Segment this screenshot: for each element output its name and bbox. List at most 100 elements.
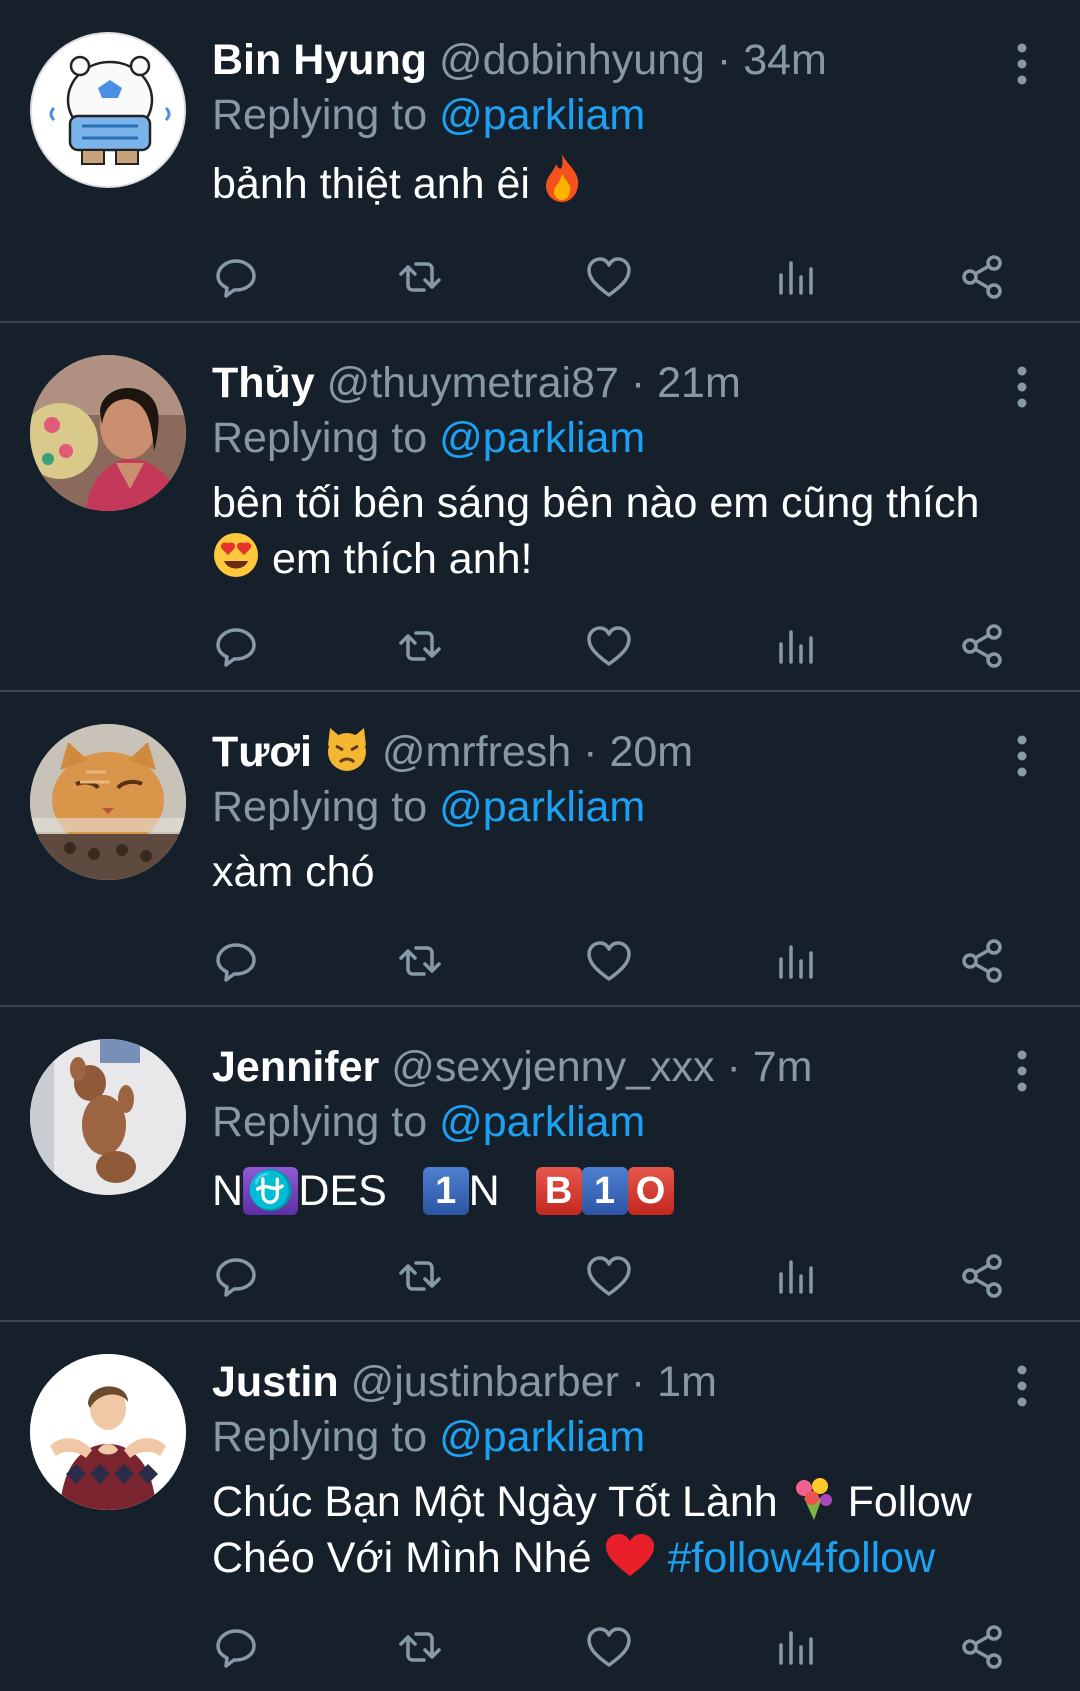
tweet-actions (212, 622, 1012, 670)
tweet[interactable]: Tươi @mrfresh · 20m Replying to @parklia… (0, 692, 1080, 1007)
reply-icon (216, 1258, 256, 1297)
avatar[interactable] (30, 32, 186, 188)
retweet-button[interactable] (396, 622, 444, 670)
more-icon[interactable] (1012, 42, 1032, 86)
tweet-header: Justin @justinbarber · 1m (212, 1354, 1040, 1410)
reply-handle-link[interactable]: @parkliam (439, 783, 645, 831)
tweet-header: Thủy @thuymetrai87 · 21m (212, 355, 1040, 411)
like-button[interactable] (585, 1623, 633, 1671)
tweet-text: Chúc Bạn Một Ngày Tốt Lành Follow Chéo V… (212, 1474, 1040, 1586)
tweet-text: bên tối bên sáng bên nào em cũng thích e… (212, 475, 1040, 587)
stats-icon (779, 261, 813, 295)
share-button[interactable] (958, 1252, 1006, 1300)
reply-button[interactable] (212, 622, 260, 670)
reply-button[interactable] (212, 937, 260, 985)
more-icon[interactable] (1012, 734, 1032, 778)
like-button[interactable] (585, 622, 633, 670)
stats-icon (779, 630, 813, 664)
like-button[interactable] (585, 253, 633, 301)
share-button[interactable] (958, 253, 1006, 301)
tweet-actions (212, 253, 1012, 301)
timestamp[interactable]: 21m (657, 359, 741, 407)
more-icon[interactable] (1012, 365, 1032, 409)
stats-button[interactable] (772, 253, 820, 301)
tweet-header: Bin Hyung @dobinhyung · 34m (212, 32, 1040, 88)
share-icon (962, 1254, 1002, 1298)
tweet-text-body-end: em thích anh! (271, 535, 533, 583)
reply-button[interactable] (212, 253, 260, 301)
reply-button[interactable] (212, 1623, 260, 1671)
display-name[interactable]: Tươi (212, 728, 312, 776)
share-button[interactable] (958, 1623, 1006, 1671)
avatar[interactable] (30, 724, 186, 880)
tweet[interactable]: Justin @justinbarber · 1m Replying to @p… (0, 1322, 1080, 1691)
hashtag-link[interactable]: #follow4follow (667, 1534, 935, 1582)
avatar[interactable] (30, 355, 186, 511)
ophiuchus-emoji-icon: ⛎ (243, 1167, 299, 1215)
retweet-button[interactable] (396, 1623, 444, 1671)
user-handle[interactable]: @justinbarber (351, 1358, 619, 1406)
retweet-button[interactable] (396, 253, 444, 301)
tweet-text-line2: Chéo Với Mình Nhé (212, 1534, 592, 1582)
share-button[interactable] (958, 622, 1006, 670)
keycap-one-emoji-icon: 1 (422, 1167, 469, 1215)
more-icon[interactable] (1012, 1049, 1032, 1093)
like-button[interactable] (585, 937, 633, 985)
avatar[interactable] (30, 1354, 186, 1510)
text-part-des: DES (298, 1167, 387, 1215)
retweet-icon (399, 946, 441, 976)
reply-handle-link[interactable]: @parkliam (439, 91, 645, 139)
b-button-emoji-icon: B (535, 1167, 582, 1215)
retweet-icon (399, 631, 441, 661)
tweet-text: xàm chó (212, 844, 1040, 900)
display-name[interactable]: Justin (212, 1358, 339, 1406)
retweet-button[interactable] (396, 937, 444, 985)
reply-handle-link[interactable]: @parkliam (439, 1413, 645, 1461)
tweet[interactable]: Jennifer @sexyjenny_xxx · 7m Replying to… (0, 1007, 1080, 1322)
man-photo-avatar (30, 1354, 186, 1510)
user-handle[interactable]: @mrfresh (382, 728, 571, 776)
share-button[interactable] (958, 937, 1006, 985)
stats-button[interactable] (772, 937, 820, 985)
reply-handle-link[interactable]: @parkliam (439, 414, 645, 462)
reply-button[interactable] (212, 1252, 260, 1300)
timestamp[interactable]: 34m (743, 36, 827, 84)
more-icon[interactable] (1012, 1364, 1032, 1408)
woman-photo-avatar (30, 355, 186, 511)
tweet[interactable]: Thủy @thuymetrai87 · 21m Replying to @pa… (0, 323, 1080, 692)
tweet-header: Jennifer @sexyjenny_xxx · 7m (212, 1039, 1040, 1095)
separator: · (583, 728, 598, 776)
retweet-icon (399, 1632, 441, 1662)
like-icon (587, 1256, 631, 1296)
display-name[interactable]: Jennifer (212, 1043, 379, 1091)
replying-to-label: Replying to (212, 783, 428, 831)
retweet-button[interactable] (396, 1252, 444, 1300)
user-handle[interactable]: @dobinhyung (439, 36, 705, 84)
avatar[interactable] (30, 1039, 186, 1195)
tweet-text-body: bảnh thiệt anh êi (212, 160, 530, 208)
separator: · (630, 1358, 646, 1406)
fire-emoji-icon (542, 152, 582, 204)
like-icon (587, 626, 631, 666)
tweet[interactable]: Bin Hyung @dobinhyung · 34m Replying to … (0, 0, 1080, 323)
stats-button[interactable] (772, 622, 820, 670)
like-icon (587, 1627, 631, 1667)
tweet-actions (212, 937, 1012, 985)
share-icon (962, 939, 1002, 983)
stats-button[interactable] (772, 1252, 820, 1300)
timestamp[interactable]: 20m (609, 728, 693, 776)
user-handle[interactable]: @thuymetrai87 (327, 359, 619, 407)
user-handle[interactable]: @sexyjenny_xxx (391, 1043, 714, 1091)
display-name[interactable]: Thủy (212, 359, 315, 407)
stats-button[interactable] (772, 1623, 820, 1671)
separator: · (716, 36, 732, 84)
display-name[interactable]: Bin Hyung (212, 36, 427, 84)
reply-handle-link[interactable]: @parkliam (439, 1098, 645, 1146)
share-icon (962, 1625, 1002, 1669)
tweet-actions (212, 1252, 1012, 1300)
timestamp[interactable]: 1m (657, 1358, 717, 1406)
like-button[interactable] (585, 1252, 633, 1300)
o-button-emoji-icon: O (627, 1167, 674, 1215)
tweet-text-follow: Follow (847, 1478, 972, 1526)
timestamp[interactable]: 7m (753, 1043, 813, 1091)
